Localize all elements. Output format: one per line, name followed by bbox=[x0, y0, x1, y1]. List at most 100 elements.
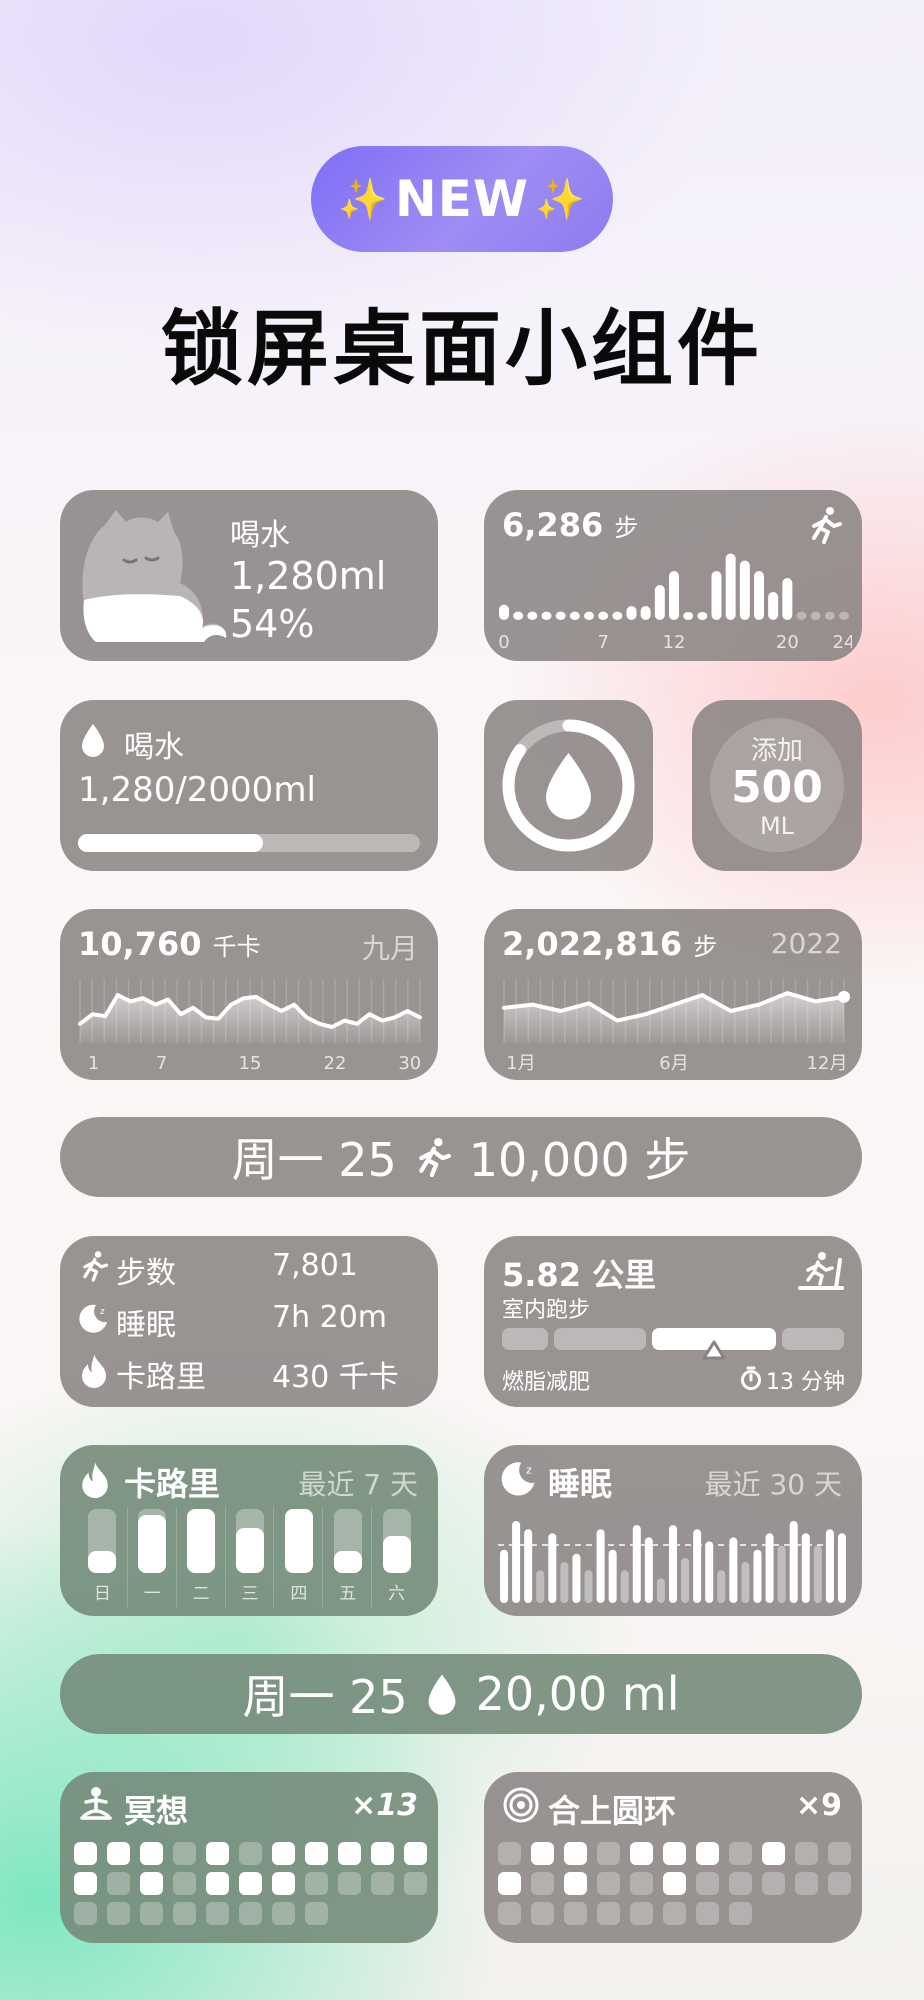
day-column: 五 bbox=[322, 1507, 371, 1607]
day-square bbox=[630, 1902, 653, 1925]
steps-goal-pill[interactable]: 周一 25 10,000 步 bbox=[60, 1117, 862, 1197]
sleep-bar bbox=[765, 1533, 774, 1603]
bar bbox=[541, 611, 552, 620]
meditation-grid bbox=[74, 1842, 427, 1934]
rings-count: ×9 bbox=[795, 1788, 842, 1823]
day-bar bbox=[88, 1550, 117, 1573]
water-progress-label: 喝水 bbox=[124, 730, 184, 765]
day-square bbox=[828, 1872, 851, 1895]
water-goal-pill[interactable]: 周一 25 20,00 ml bbox=[60, 1654, 862, 1734]
day-square bbox=[531, 1842, 554, 1865]
day-square bbox=[338, 1842, 361, 1865]
day-square bbox=[828, 1842, 851, 1865]
water-progress-value: 1,280/2000ml bbox=[78, 770, 316, 810]
meditation-count: ×13 bbox=[351, 1788, 418, 1823]
stat-value-steps: 7,801 bbox=[272, 1248, 358, 1283]
day-column: 一 bbox=[126, 1507, 176, 1607]
sleep-bar bbox=[656, 1578, 665, 1603]
bar bbox=[725, 553, 736, 620]
x-tick-label: 20 bbox=[776, 632, 799, 650]
day-square bbox=[107, 1842, 130, 1865]
day-square bbox=[173, 1902, 196, 1925]
sleep-bar bbox=[644, 1537, 653, 1603]
day-square bbox=[206, 1842, 229, 1865]
bar bbox=[839, 611, 849, 620]
meditation-widget[interactable]: 冥想 ×13 bbox=[60, 1772, 438, 1943]
x-tick-label: 1月 bbox=[506, 1053, 535, 1074]
bar bbox=[584, 611, 594, 620]
close-rings-widget[interactable]: 合上圆环 ×9 bbox=[484, 1772, 862, 1943]
target-icon bbox=[503, 1787, 539, 1823]
bar bbox=[683, 612, 694, 620]
day-square bbox=[404, 1842, 427, 1865]
water-cat-widget[interactable]: 喝水 1,280ml 54% bbox=[60, 490, 438, 661]
intensity-seg-1 bbox=[502, 1328, 548, 1350]
day-column: 二 bbox=[175, 1507, 225, 1607]
sparkles-icon: ✨ bbox=[338, 176, 389, 223]
water-ring-widget[interactable] bbox=[484, 700, 653, 871]
day-square bbox=[564, 1842, 587, 1865]
day-square bbox=[140, 1842, 163, 1865]
day-column: 六 bbox=[371, 1507, 420, 1607]
day-square bbox=[74, 1872, 97, 1895]
sleep-bar bbox=[705, 1541, 714, 1603]
sleep-bar bbox=[837, 1533, 846, 1603]
day-label: 二 bbox=[192, 1584, 210, 1604]
day-square bbox=[140, 1902, 163, 1925]
sleep-bar bbox=[620, 1570, 629, 1603]
bar bbox=[824, 611, 835, 620]
sleep-month-chart bbox=[498, 1521, 848, 1603]
bar bbox=[598, 611, 609, 620]
x-tick-label: 30 bbox=[398, 1053, 421, 1074]
day-square bbox=[107, 1902, 130, 1925]
day-label: 一 bbox=[143, 1584, 161, 1604]
sleep-bar bbox=[693, 1529, 702, 1603]
bar bbox=[796, 611, 807, 620]
x-tick-label: 6月 bbox=[659, 1053, 688, 1074]
sleep-bar bbox=[632, 1525, 641, 1603]
water-progress-fill bbox=[78, 834, 263, 852]
add-water-widget[interactable]: 添加 500 ML bbox=[692, 700, 862, 871]
x-tick-label: 12 bbox=[663, 632, 686, 650]
day-square bbox=[239, 1842, 262, 1865]
day-square bbox=[729, 1842, 752, 1865]
bar bbox=[697, 612, 708, 620]
bar bbox=[739, 560, 750, 620]
sleep-bar bbox=[813, 1545, 822, 1603]
treadmill-icon bbox=[798, 1252, 844, 1290]
steps-hourly-widget[interactable]: 6,286 步 0 7 12 20 24 bbox=[484, 490, 862, 661]
day-square bbox=[173, 1872, 196, 1895]
day-square bbox=[762, 1872, 785, 1895]
pill-steps-goal: 10,000 步 bbox=[468, 1133, 691, 1187]
sleep-bar bbox=[548, 1533, 557, 1603]
sleep-bar bbox=[729, 1537, 738, 1603]
day-square bbox=[597, 1842, 620, 1865]
meditation-icon bbox=[80, 1787, 112, 1820]
x-tick-label: 1 bbox=[88, 1053, 99, 1074]
day-square bbox=[371, 1872, 394, 1895]
sleep-month-widget[interactable]: z 睡眠 最近 30 天 bbox=[484, 1445, 862, 1616]
calories-week-widget[interactable]: 卡路里 最近 7 天 日 一 二 三 四 五 六 bbox=[60, 1445, 438, 1616]
sleep-bar bbox=[524, 1529, 533, 1603]
calories-week-label: 卡路里 bbox=[124, 1465, 221, 1503]
new-badge-text: NEW bbox=[394, 170, 530, 228]
day-label: 四 bbox=[290, 1584, 308, 1604]
calories-month-widget[interactable]: 10,760 千卡 九月 1 7 15 22 30 bbox=[60, 909, 438, 1080]
intensity-seg-4 bbox=[782, 1328, 844, 1350]
stats-list-widget[interactable]: 步数 7,801 z 睡眠 7h 20m 卡路里 430 千卡 bbox=[60, 1236, 438, 1407]
water-drop-icon bbox=[82, 724, 104, 757]
run-duration: 13 分钟 bbox=[766, 1370, 845, 1395]
steps-year-widget[interactable]: 2,022,816 步 2022 1月 6月 12月 bbox=[484, 909, 862, 1080]
stat-value-sleep: 7h 20m bbox=[272, 1300, 388, 1335]
day-square bbox=[597, 1902, 620, 1925]
sleep-bar bbox=[560, 1562, 569, 1603]
bar bbox=[527, 611, 538, 620]
day-square bbox=[531, 1902, 554, 1925]
bar bbox=[555, 611, 566, 620]
end-point bbox=[838, 990, 850, 1003]
rings-grid bbox=[498, 1842, 851, 1934]
calories-period: 九月 bbox=[361, 932, 418, 965]
water-progress-widget[interactable]: 喝水 1,280/2000ml bbox=[60, 700, 438, 871]
indoor-run-widget[interactable]: 5.82 公里 室内跑步 燃脂减肥 13 分钟 bbox=[484, 1236, 862, 1407]
x-tick-label: 22 bbox=[324, 1053, 347, 1074]
